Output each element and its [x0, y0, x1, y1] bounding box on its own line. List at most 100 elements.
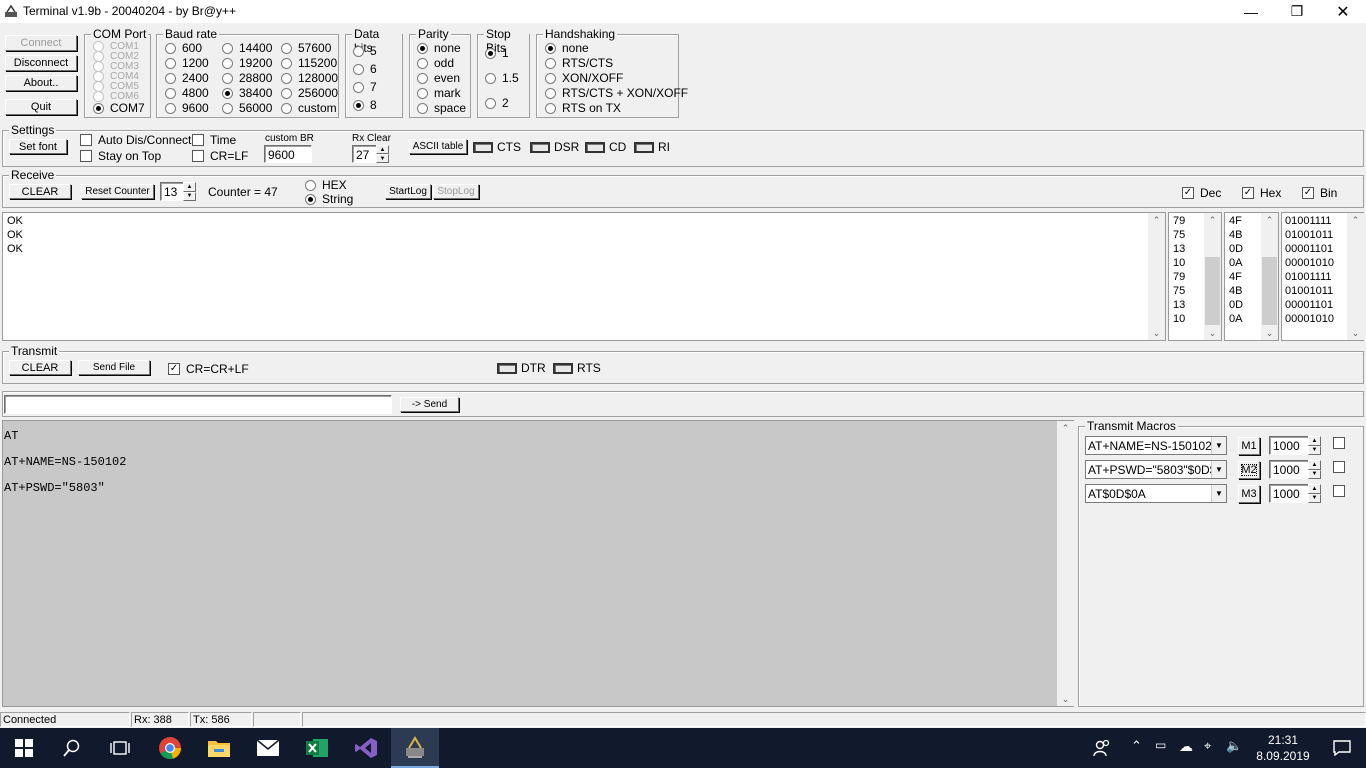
baud-57600-radio[interactable]: 57600: [281, 41, 331, 55]
scroll-down-icon[interactable]: ⌄: [1148, 326, 1165, 340]
terminal-taskbar-icon[interactable]: [391, 728, 439, 768]
transmit-input[interactable]: [4, 395, 392, 414]
handshake-rts-on-tx-radio[interactable]: RTS on TX: [545, 101, 621, 115]
baud-19200-radio[interactable]: 19200: [222, 56, 272, 70]
scroll-thumb[interactable]: [1205, 257, 1220, 325]
macro-3-spinner[interactable]: ▲ ▼: [1308, 484, 1321, 503]
dtr-toggle[interactable]: DTR: [497, 361, 546, 375]
data-bits-8-radio[interactable]: 8: [353, 98, 377, 112]
baud-115200-radio[interactable]: 115200: [281, 56, 337, 70]
disconnect-button[interactable]: Disconnect: [5, 55, 77, 71]
excel-icon[interactable]: [293, 728, 341, 768]
stop-bits-2-radio[interactable]: 2: [485, 96, 509, 110]
macro-2-interval[interactable]: 1000: [1269, 460, 1309, 479]
auto-dis-connect-checkbox[interactable]: Auto Dis/Connect: [80, 133, 191, 147]
minimize-button[interactable]: —: [1228, 0, 1274, 23]
baud-custom-radio[interactable]: custom: [281, 101, 337, 115]
scroll-up-icon[interactable]: ⌃: [1204, 213, 1221, 227]
transmit-text-area[interactable]: AT AT+NAME=NS-150102 AT+PSWD="5803" ⌃ ⌄: [2, 420, 1074, 707]
rx-clear-input[interactable]: 27: [352, 145, 378, 163]
transmit-clear-button[interactable]: CLEAR: [9, 360, 71, 375]
macro-1-spinner[interactable]: ▲ ▼: [1308, 436, 1321, 455]
stay-on-top-checkbox[interactable]: Stay on Top: [80, 149, 161, 163]
dec-checkbox[interactable]: ✓ Dec: [1182, 186, 1221, 200]
custom-br-input[interactable]: 9600: [264, 145, 312, 163]
onedrive-icon[interactable]: ☁: [1179, 738, 1193, 755]
receive-text-area[interactable]: OK OK OK ⌃ ⌄: [2, 212, 1166, 341]
reset-counter-button[interactable]: Reset Counter: [81, 184, 154, 199]
parity-even-radio[interactable]: even: [417, 71, 460, 85]
dec-panel[interactable]: 79 75 13 10 79 75 13 10 ⌃ ⌄: [1168, 212, 1222, 341]
baud-28800-radio[interactable]: 28800: [222, 71, 272, 85]
battery-icon[interactable]: ▭: [1155, 738, 1166, 752]
stop-bits-1-radio[interactable]: 1: [485, 46, 509, 60]
macro-1-interval[interactable]: 1000: [1269, 436, 1309, 455]
scroll-up-icon[interactable]: ⌃: [1057, 421, 1074, 435]
macro-1-combo[interactable]: AT+NAME=NS-150102$0 ▼: [1085, 436, 1227, 455]
transmit-scrollbar[interactable]: ⌃ ⌄: [1057, 421, 1074, 706]
stop-bits-1-5-radio[interactable]: 1.5: [485, 71, 519, 85]
chevron-down-icon[interactable]: ▼: [1211, 437, 1226, 454]
hex-panel[interactable]: 4F 4B 0D 0A 4F 4B 0D 0A ⌃ ⌄: [1224, 212, 1279, 341]
about-button[interactable]: About..: [5, 75, 77, 91]
bin-scrollbar[interactable]: ⌃ ⌄: [1347, 213, 1364, 340]
handshake-rts-xon-radio[interactable]: RTS/CTS + XON/XOFF: [545, 86, 688, 100]
wifi-icon[interactable]: ⌖: [1204, 738, 1211, 754]
macro-m3-button[interactable]: M3: [1238, 485, 1260, 503]
macro-3-repeat-checkbox[interactable]: [1333, 485, 1351, 497]
chevron-down-icon[interactable]: ▼: [1211, 485, 1226, 502]
baud-1200-radio[interactable]: 1200: [165, 56, 209, 70]
macro-3-interval[interactable]: 1000: [1269, 484, 1309, 503]
macro-m2-button[interactable]: M2: [1238, 461, 1260, 479]
clock[interactable]: 21:31 8.09.2019: [1254, 732, 1312, 764]
baud-2400-radio[interactable]: 2400: [165, 71, 209, 85]
scroll-down-icon[interactable]: ⌄: [1261, 326, 1278, 340]
data-bits-7-radio[interactable]: 7: [353, 80, 377, 94]
handshake-rts-cts-radio[interactable]: RTS/CTS: [545, 56, 613, 70]
mail-icon[interactable]: [244, 728, 292, 768]
scroll-down-icon[interactable]: ⌄: [1057, 692, 1074, 706]
macro-2-repeat-checkbox[interactable]: [1333, 461, 1351, 473]
bin-checkbox[interactable]: ✓ Bin: [1302, 186, 1337, 200]
people-icon[interactable]: [1080, 728, 1124, 768]
start-log-button[interactable]: StartLog: [385, 184, 431, 199]
baud-600-radio[interactable]: 600: [165, 41, 202, 55]
restore-button[interactable]: ❐: [1274, 0, 1320, 23]
handshake-none-radio[interactable]: none: [545, 41, 589, 55]
com7-radio[interactable]: COM7: [93, 101, 145, 115]
scroll-down-icon[interactable]: ⌄: [1204, 326, 1221, 340]
volume-icon[interactable]: 🔈: [1226, 738, 1242, 754]
parity-space-radio[interactable]: space: [417, 101, 466, 115]
receive-clear-button[interactable]: CLEAR: [9, 184, 71, 199]
string-radio[interactable]: String: [305, 192, 353, 206]
dec-scrollbar[interactable]: ⌃ ⌄: [1204, 213, 1221, 340]
visual-studio-icon[interactable]: [342, 728, 390, 768]
scroll-up-icon[interactable]: ⌃: [1347, 213, 1364, 227]
data-bits-5-radio[interactable]: 5: [353, 44, 377, 58]
baud-256000-radio[interactable]: 256000: [281, 86, 338, 100]
chevron-up-icon[interactable]: ⌃: [1131, 738, 1142, 754]
macro-1-repeat-checkbox[interactable]: [1333, 437, 1351, 449]
hex-checkbox[interactable]: ✓ Hex: [1242, 186, 1281, 200]
receive-scrollbar[interactable]: ⌃ ⌄: [1148, 213, 1165, 340]
scroll-down-icon[interactable]: ⌄: [1347, 326, 1364, 340]
baud-128000-radio[interactable]: 128000: [281, 71, 338, 85]
close-button[interactable]: ✕: [1320, 0, 1366, 23]
baud-56000-radio[interactable]: 56000: [222, 101, 272, 115]
stop-log-button[interactable]: StopLog: [433, 184, 479, 199]
scroll-thumb[interactable]: [1262, 257, 1277, 325]
macro-2-combo[interactable]: AT+PSWD="5803"$0D$0 ▼: [1085, 460, 1227, 479]
data-bits-6-radio[interactable]: 6: [353, 62, 377, 76]
file-explorer-icon[interactable]: [195, 728, 243, 768]
baud-38400-radio[interactable]: 38400: [222, 86, 272, 100]
counter-spinner[interactable]: ▲ ▼: [183, 182, 196, 201]
ascii-table-button[interactable]: ASCII table: [409, 139, 467, 154]
macro-m1-button[interactable]: M1: [1238, 437, 1260, 455]
counter-input[interactable]: 13: [160, 182, 184, 201]
parity-none-radio[interactable]: none: [417, 41, 461, 55]
baud-9600-radio[interactable]: 9600: [165, 101, 209, 115]
chrome-icon[interactable]: [146, 728, 194, 768]
quit-button[interactable]: Quit: [5, 99, 77, 115]
search-icon[interactable]: [48, 728, 96, 768]
cr-crlf-checkbox[interactable]: ✓ CR=CR+LF: [168, 362, 249, 376]
